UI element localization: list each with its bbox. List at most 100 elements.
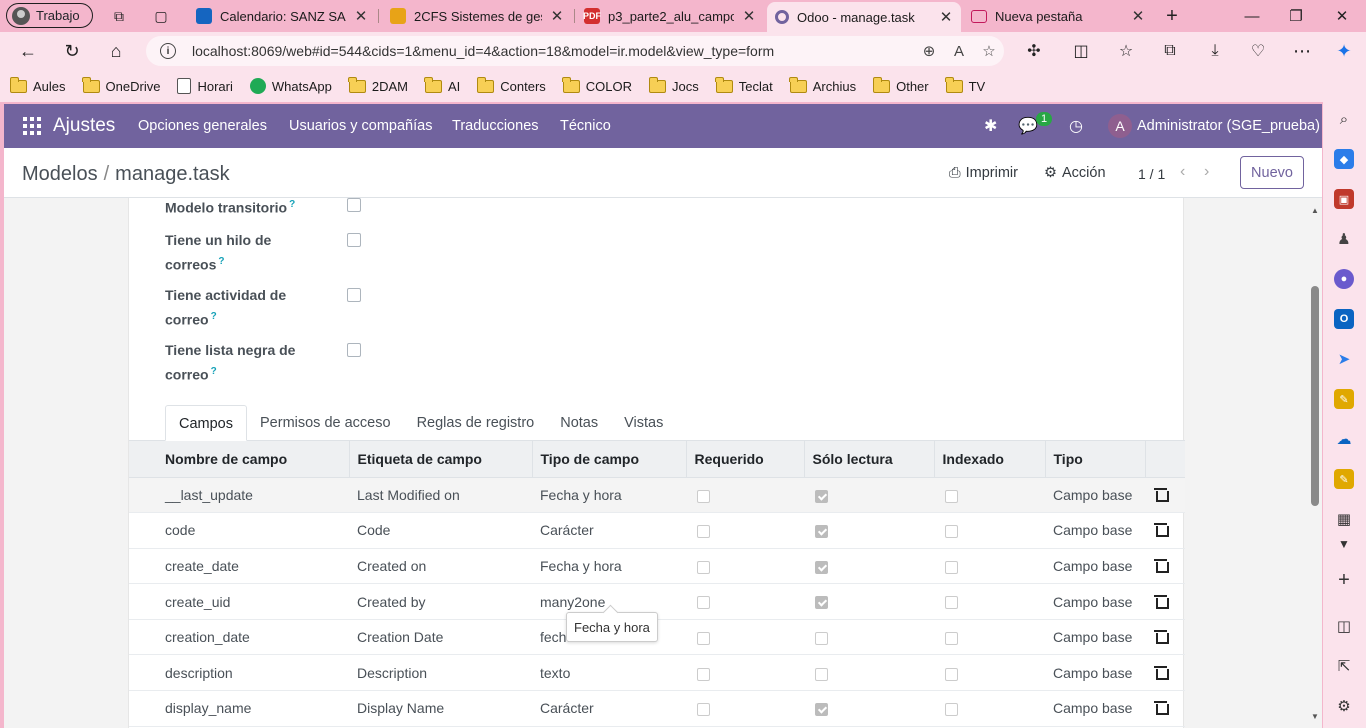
bookmark-ai[interactable]: AI xyxy=(424,76,460,94)
sidebar-panel-icon[interactable]: ◫ xyxy=(1334,616,1354,636)
onedrive-cloud-icon[interactable]: ☁ xyxy=(1334,429,1354,449)
downloads-icon[interactable]: ⤓ xyxy=(1203,39,1227,63)
avatar[interactable]: A xyxy=(1108,114,1132,138)
close-icon[interactable]: ✕ xyxy=(742,7,756,25)
send-icon[interactable]: ➤ xyxy=(1334,349,1354,369)
scroll-up-icon[interactable]: ▲ xyxy=(1311,206,1319,215)
shopping-tag-icon[interactable]: ◆ xyxy=(1334,149,1354,169)
extensions-icon[interactable]: ✣ xyxy=(1022,39,1046,63)
scrollbar-thumb[interactable] xyxy=(1311,286,1319,506)
zoom-icon[interactable]: ⊕ xyxy=(914,42,944,60)
bookmark-onedrive[interactable]: OneDrive xyxy=(82,76,160,94)
menu-usuarios-companias[interactable]: Usuarios y compañías xyxy=(289,118,432,134)
table-row[interactable]: create_date Created on Fecha y hora Campo b… xyxy=(129,548,1185,585)
column-header-indexado[interactable]: Indexado xyxy=(934,441,1046,478)
settings-gear-icon[interactable]: ⚙ xyxy=(1334,696,1354,716)
scrollbar[interactable]: ▲ ▼ xyxy=(1308,198,1322,728)
tab-reglas-registro[interactable]: Reglas de registro xyxy=(404,405,548,441)
table-row[interactable]: display_name Display Name Carácter Campo ba… xyxy=(129,690,1185,727)
scroll-down-icon[interactable]: ▼ xyxy=(1311,712,1319,721)
trash-icon[interactable] xyxy=(1154,665,1169,680)
bookmark-other[interactable]: Other xyxy=(872,76,929,94)
messages-icon[interactable]: 💬 xyxy=(1018,116,1038,136)
help-tooltip-icon[interactable]: ? xyxy=(211,311,217,322)
external-link-icon[interactable]: ⇱ xyxy=(1334,656,1354,676)
trash-icon[interactable] xyxy=(1154,558,1169,573)
trash-icon[interactable] xyxy=(1154,487,1169,502)
checkbox-transient[interactable] xyxy=(347,198,361,212)
minimize-icon[interactable]: — xyxy=(1240,4,1264,28)
column-header-requerido[interactable]: Requerido xyxy=(686,441,805,478)
checkbox-mail-thread[interactable] xyxy=(347,233,361,247)
bookmark-tv[interactable]: TV xyxy=(945,76,985,94)
apps-grid-icon[interactable] xyxy=(23,117,41,135)
user-menu[interactable]: Administrator (SGE_prueba) xyxy=(1137,118,1320,134)
tab-vistas[interactable]: Vistas xyxy=(611,405,676,441)
read-aloud-icon[interactable]: A xyxy=(944,43,974,60)
games-icon[interactable]: ♟ xyxy=(1334,229,1354,249)
outlook-icon[interactable]: O xyxy=(1334,309,1354,329)
trash-icon[interactable] xyxy=(1154,523,1169,538)
restore-icon[interactable]: ❐ xyxy=(1284,4,1308,28)
copilot-icon[interactable]: ✦ xyxy=(1332,39,1356,63)
menu-opciones-generales[interactable]: Opciones generales xyxy=(138,118,267,134)
help-tooltip-icon[interactable]: ? xyxy=(218,256,224,267)
performance-icon[interactable]: ♡ xyxy=(1246,39,1270,63)
notes-icon[interactable]: ✎ xyxy=(1334,389,1354,409)
app-name[interactable]: Ajustes xyxy=(53,115,115,137)
add-icon[interactable]: + xyxy=(1334,569,1354,591)
address-bar[interactable]: i localhost:8069/web#id=544&cids=1&menu_… xyxy=(146,36,1004,66)
notes2-icon[interactable]: ✎ xyxy=(1334,469,1354,489)
close-icon[interactable]: ✕ xyxy=(550,7,564,25)
search-icon[interactable]: ⌕ xyxy=(1334,109,1354,129)
action-button[interactable]: ⚙ Acción xyxy=(1044,165,1106,181)
trash-icon[interactable] xyxy=(1154,630,1169,645)
browser-tab-2cfs[interactable]: 2CFS Sistemes de gestió ✕ xyxy=(382,2,572,30)
table-row[interactable]: __last_update Last Modified on Fecha y hor… xyxy=(129,477,1185,514)
menu-traducciones[interactable]: Traducciones xyxy=(452,118,539,134)
tab-campos[interactable]: Campos xyxy=(165,405,247,441)
bookmark-jocs[interactable]: Jocs xyxy=(648,76,699,94)
help-tooltip-icon[interactable]: ? xyxy=(289,199,295,210)
trash-icon[interactable] xyxy=(1154,701,1169,716)
column-header-nombre[interactable]: Nombre de campo xyxy=(129,441,350,478)
print-button[interactable]: ⎙ Imprimir xyxy=(949,165,1018,181)
calculator-icon[interactable]: ▦ xyxy=(1334,509,1354,529)
table-row[interactable]: description Description texto Campo base xyxy=(129,654,1185,692)
bookmark-archius[interactable]: Archius xyxy=(789,76,856,94)
home-icon[interactable]: ⌂ xyxy=(104,39,128,63)
checkbox-mail-blacklist[interactable] xyxy=(347,343,361,357)
pager-next-icon[interactable]: › xyxy=(1204,163,1209,181)
trash-icon[interactable] xyxy=(1154,594,1169,609)
debug-bug-icon[interactable]: ✱ xyxy=(984,116,997,136)
bookmark-aules[interactable]: Aules xyxy=(9,76,66,94)
browser-tab-odoo[interactable]: Odoo - manage.task ✕ xyxy=(767,2,961,32)
site-info-icon[interactable]: i xyxy=(160,43,176,59)
copilot-app-icon[interactable]: ● xyxy=(1334,269,1354,289)
column-header-tipo[interactable]: Tipo xyxy=(1045,441,1146,478)
bookmark-horari[interactable]: Horari xyxy=(177,78,233,94)
window-close-icon[interactable]: ✕ xyxy=(1330,4,1354,28)
help-tooltip-icon[interactable]: ? xyxy=(211,366,217,377)
browser-tab-calendar[interactable]: Calendario: SANZ SANZ ✕ xyxy=(188,2,376,30)
bookmark-2dam[interactable]: 2DAM xyxy=(348,76,408,94)
tab-actions-icon[interactable]: ▢ xyxy=(152,7,170,25)
favorites-icon[interactable]: ☆ xyxy=(1114,39,1138,63)
favorite-star-icon[interactable]: ☆ xyxy=(974,42,1004,60)
pager-prev-icon[interactable]: ‹ xyxy=(1180,163,1185,181)
activities-clock-icon[interactable]: ◷ xyxy=(1069,116,1083,136)
table-row[interactable]: code Code Carácter Campo base xyxy=(129,512,1185,549)
new-button[interactable]: Nuevo xyxy=(1240,156,1304,189)
browser-tab-pdf[interactable]: PDF p3_parte2_alu_campos_c ✕ xyxy=(576,2,764,30)
tab-notas[interactable]: Notas xyxy=(547,405,611,441)
collections-icon[interactable]: ⧉ xyxy=(1158,39,1182,63)
breadcrumb-parent[interactable]: Modelos xyxy=(22,163,98,185)
new-tab-plus-icon[interactable]: + xyxy=(1163,5,1181,27)
bookmark-teclat[interactable]: Teclat xyxy=(715,76,773,94)
chevron-down-icon[interactable]: ▼ xyxy=(1334,534,1354,554)
back-icon[interactable]: ← xyxy=(16,39,40,63)
profile-button[interactable]: Trabajo xyxy=(6,3,93,28)
browser-tab-new[interactable]: Nueva pestaña ✕ xyxy=(963,2,1153,30)
bookmark-color[interactable]: COLOR xyxy=(562,76,632,94)
workspaces-icon[interactable]: ⧉ xyxy=(110,7,128,25)
